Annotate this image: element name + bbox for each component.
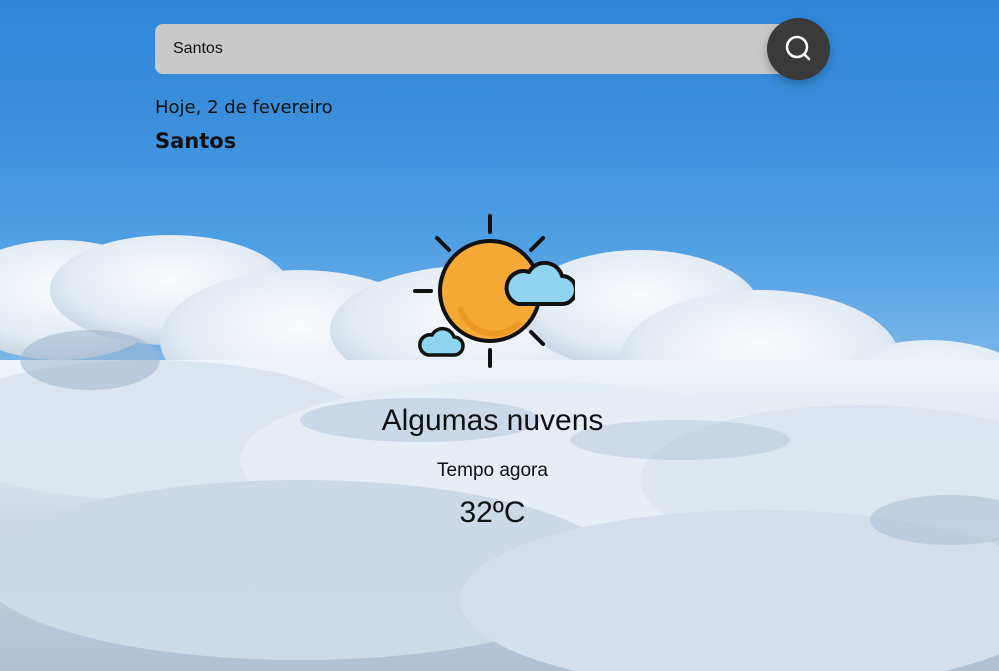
current-date: Hoje, 2 de fevereiro bbox=[155, 97, 333, 118]
temperature-text: 32ºC bbox=[459, 496, 526, 529]
sun-behind-clouds-icon bbox=[413, 214, 575, 368]
search-icon bbox=[785, 35, 810, 61]
temperature: 32ºC bbox=[0, 496, 999, 530]
weather-label-text: Tempo agora bbox=[437, 460, 548, 481]
city-name: Santos bbox=[155, 129, 237, 153]
weather-label: Tempo agora bbox=[0, 460, 999, 482]
search-input[interactable] bbox=[155, 24, 795, 74]
weather-description-text: Algumas nuvens bbox=[381, 404, 604, 437]
search-button[interactable] bbox=[767, 18, 830, 80]
search-bar bbox=[155, 18, 830, 80]
weather-description: Algumas nuvens bbox=[0, 404, 999, 438]
